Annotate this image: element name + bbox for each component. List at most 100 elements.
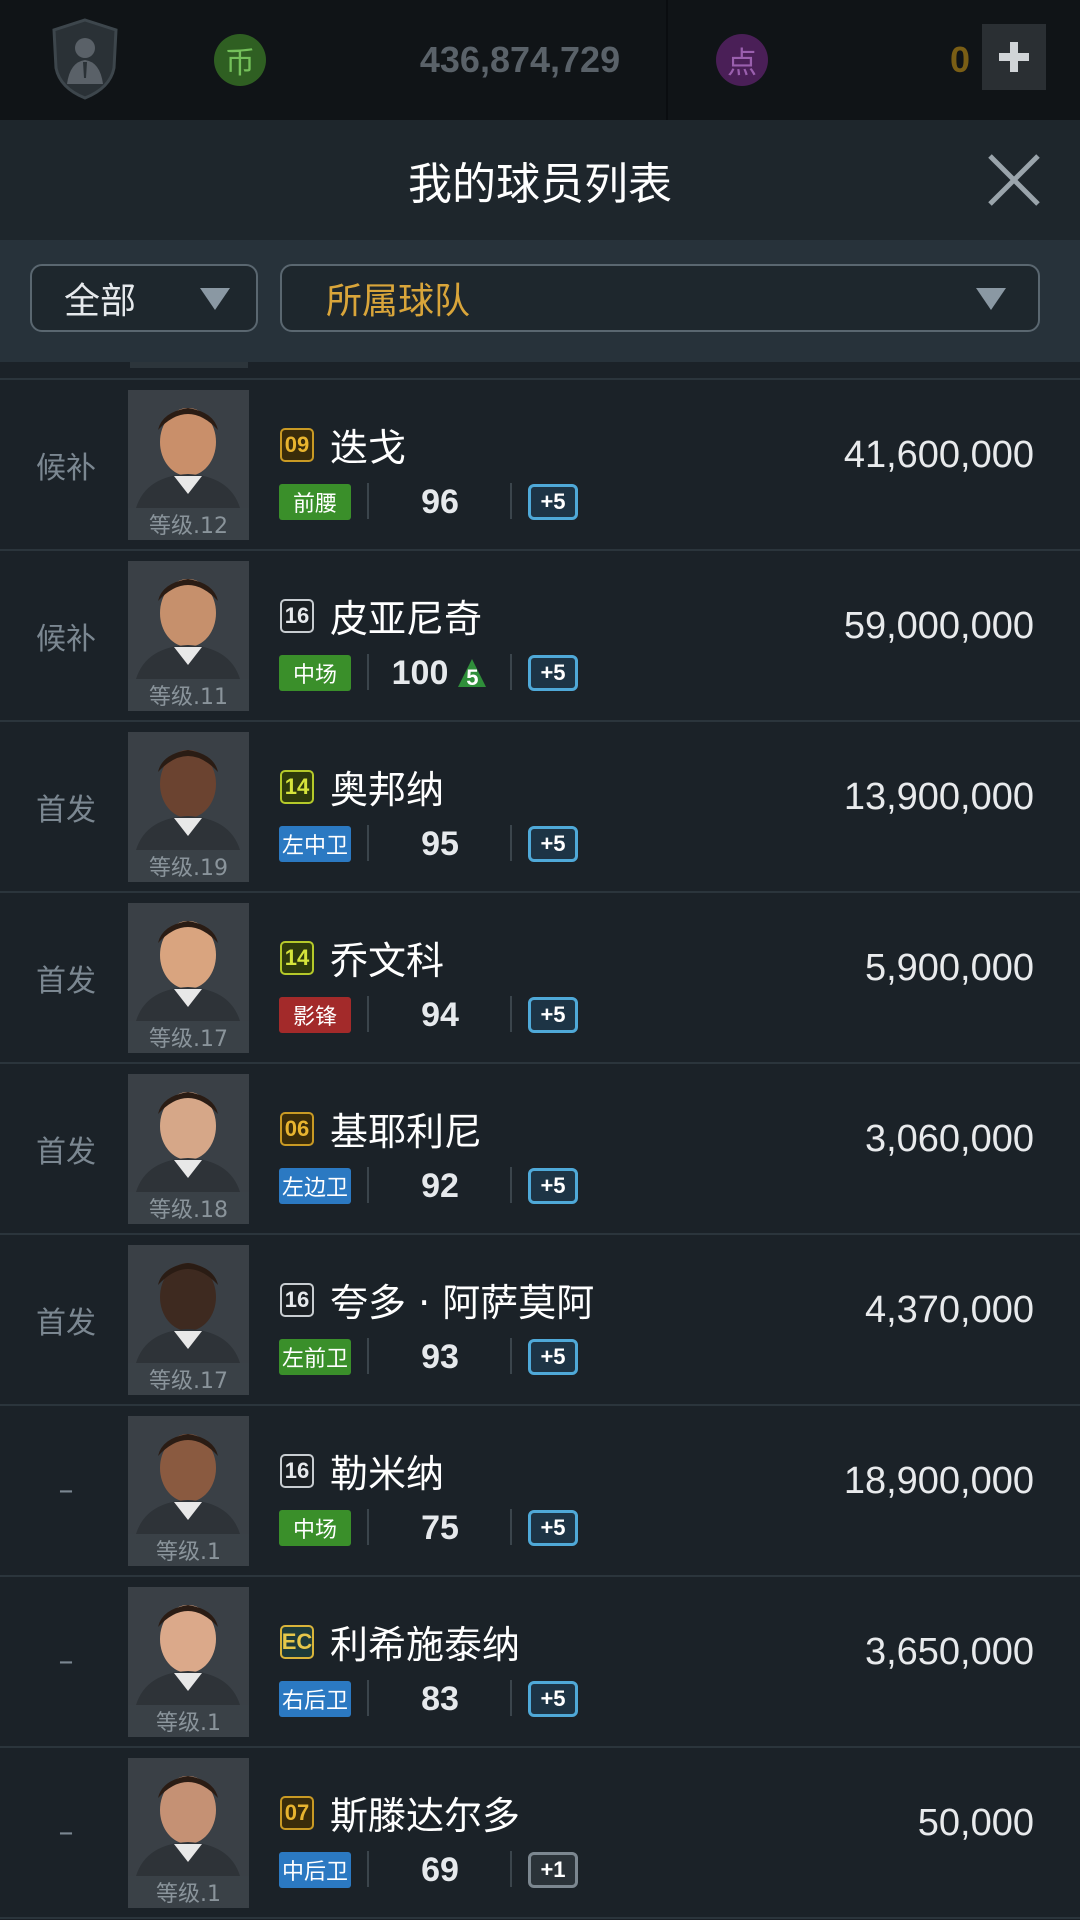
player-portrait-icon xyxy=(128,1758,249,1876)
player-photo[interactable]: 等级.11 xyxy=(128,561,249,711)
add-points-button[interactable] xyxy=(982,24,1046,90)
point-icon: 点 xyxy=(716,34,768,86)
lineup-status: 首发 xyxy=(36,1134,96,1170)
lineup-status: 首发 xyxy=(36,963,96,999)
divider xyxy=(510,1167,512,1203)
position-badge: 左边卫 xyxy=(279,1168,351,1204)
player-row[interactable]: 首发 等级.19 14 奥邦纳 左中卫 95 +5 13,900,000 xyxy=(0,722,1080,893)
player-photo[interactable]: 等级.18 xyxy=(128,1074,249,1224)
divider xyxy=(510,825,512,861)
lineup-status: 首发 xyxy=(36,1305,96,1341)
position-badge: 左中卫 xyxy=(279,826,351,862)
enhance-level-badge: +5 xyxy=(528,1681,578,1717)
player-level: 等级.1 xyxy=(128,1534,249,1566)
page-header: 我的球员列表 xyxy=(0,120,1080,240)
player-photo[interactable]: 等级.17 xyxy=(128,1245,249,1395)
player-photo[interactable]: 等级.12 xyxy=(128,390,249,540)
divider xyxy=(367,483,369,519)
season-badge: 16 xyxy=(280,1454,314,1488)
overall-rating-value: 92 xyxy=(421,1166,459,1205)
team-dropdown[interactable]: 所属球队 xyxy=(280,264,1040,332)
category-dropdown[interactable]: 全部 xyxy=(30,264,258,332)
filter-bar: 全部 所属球队 xyxy=(0,240,1080,362)
player-level: 等级.11 xyxy=(128,679,249,711)
divider xyxy=(367,1509,369,1545)
season-badge: EC xyxy=(280,1625,314,1659)
divider xyxy=(367,825,369,861)
position-badge: 中场 xyxy=(279,655,351,691)
player-photo[interactable]: 等级.17 xyxy=(128,903,249,1053)
player-value: 13,900,000 xyxy=(843,775,1034,818)
player-photo[interactable]: 等级.1 xyxy=(128,1587,249,1737)
currency-bar: 币 436,874,729 点 0 xyxy=(0,0,1080,120)
divider xyxy=(367,996,369,1032)
player-portrait-icon xyxy=(128,561,249,679)
rating-up-icon: 5 xyxy=(456,657,488,690)
overall-rating: 75 xyxy=(380,1506,500,1550)
enhance-level-badge: +5 xyxy=(528,1339,578,1375)
enhance-level-badge: +5 xyxy=(528,997,578,1033)
player-name: 奥邦纳 xyxy=(330,767,445,812)
divider xyxy=(510,483,512,519)
divider xyxy=(367,1338,369,1374)
player-row[interactable]: 候补 等级.11 16 皮亚尼奇 中场 100 5 +5 59,000,000 xyxy=(0,551,1080,722)
point-balance: 0 xyxy=(949,39,970,80)
player-portrait-icon xyxy=(128,1074,249,1192)
chevron-down-icon xyxy=(200,288,230,310)
overall-rating-value: 69 xyxy=(421,1850,459,1889)
season-badge: 16 xyxy=(280,599,314,633)
divider xyxy=(510,1680,512,1716)
player-row[interactable]: 候补 等级.12 09 迭戈 前腰 96 +5 41,600,000 xyxy=(0,380,1080,551)
coin-balance: 436,874,729 xyxy=(419,39,621,80)
player-row[interactable]: 首发 等级.17 14 乔文科 影锋 94 +5 5,900,000 xyxy=(0,893,1080,1064)
overall-rating-value: 96 xyxy=(421,482,459,521)
lineup-status: 首发 xyxy=(36,792,96,828)
player-portrait-icon xyxy=(128,1245,249,1363)
player-level: 等级.17 xyxy=(128,1363,249,1395)
overall-rating-value: 93 xyxy=(421,1337,459,1376)
player-row[interactable]: – 等级.1 16 勒米纳 中场 75 +5 18,900,000 xyxy=(0,1406,1080,1577)
overall-rating: 69 xyxy=(380,1848,500,1892)
player-value: 41,600,000 xyxy=(843,433,1034,476)
player-photo[interactable]: 等级.1 xyxy=(128,1758,249,1908)
player-portrait-icon xyxy=(128,1587,249,1705)
position-badge: 中场 xyxy=(279,1510,351,1546)
player-level: 等级.17 xyxy=(128,1021,249,1053)
player-row[interactable]: – 等级.1 EC 利希施泰纳 右后卫 83 +5 3,650,000 xyxy=(0,1577,1080,1748)
season-badge: 06 xyxy=(280,1112,314,1146)
category-dropdown-label: 全部 xyxy=(64,281,137,322)
season-badge: 14 xyxy=(280,770,314,804)
lineup-status: – xyxy=(58,1473,74,1508)
overall-rating: 100 5 xyxy=(380,651,500,695)
player-level: 等级.12 xyxy=(128,508,249,540)
player-row[interactable]: 首发 等级.17 16 夸多 · 阿萨莫阿 左前卫 93 +5 4,370,00… xyxy=(0,1235,1080,1406)
enhance-level-badge: +5 xyxy=(528,826,578,862)
club-shield-icon[interactable] xyxy=(50,18,120,100)
player-name: 利希施泰纳 xyxy=(330,1622,521,1667)
player-list[interactable]: 候补 等级.12 09 迭戈 前腰 96 +5 41,600,000 候补 等级… xyxy=(0,362,1080,1919)
player-level: 等级.19 xyxy=(128,850,249,882)
season-badge: 16 xyxy=(280,1283,314,1317)
divider xyxy=(510,1851,512,1887)
player-value: 18,900,000 xyxy=(843,1459,1034,1502)
divider xyxy=(367,654,369,690)
divider xyxy=(367,1680,369,1716)
player-value: 5,900,000 xyxy=(864,946,1034,989)
player-portrait-icon xyxy=(128,390,249,508)
player-photo[interactable]: 等级.1 xyxy=(128,1416,249,1566)
player-name: 基耶利尼 xyxy=(330,1109,483,1154)
player-name: 勒米纳 xyxy=(330,1451,445,1496)
player-portrait-icon xyxy=(128,903,249,1021)
enhance-level-badge: +5 xyxy=(528,1510,578,1546)
player-level: 等级.18 xyxy=(128,1192,249,1224)
enhance-level-badge: +1 xyxy=(528,1852,578,1888)
player-name: 迭戈 xyxy=(330,425,407,470)
overall-rating: 96 xyxy=(380,480,500,524)
player-portrait-icon xyxy=(128,732,249,850)
player-value: 4,370,000 xyxy=(864,1288,1034,1331)
close-icon[interactable] xyxy=(986,152,1042,208)
player-row[interactable]: 首发 等级.18 06 基耶利尼 左边卫 92 +5 3,060,000 xyxy=(0,1064,1080,1235)
list-top-edge xyxy=(0,362,1080,380)
player-photo[interactable]: 等级.19 xyxy=(128,732,249,882)
player-row[interactable]: – 等级.1 07 斯滕达尔多 中后卫 69 +1 50,000 xyxy=(0,1748,1080,1919)
